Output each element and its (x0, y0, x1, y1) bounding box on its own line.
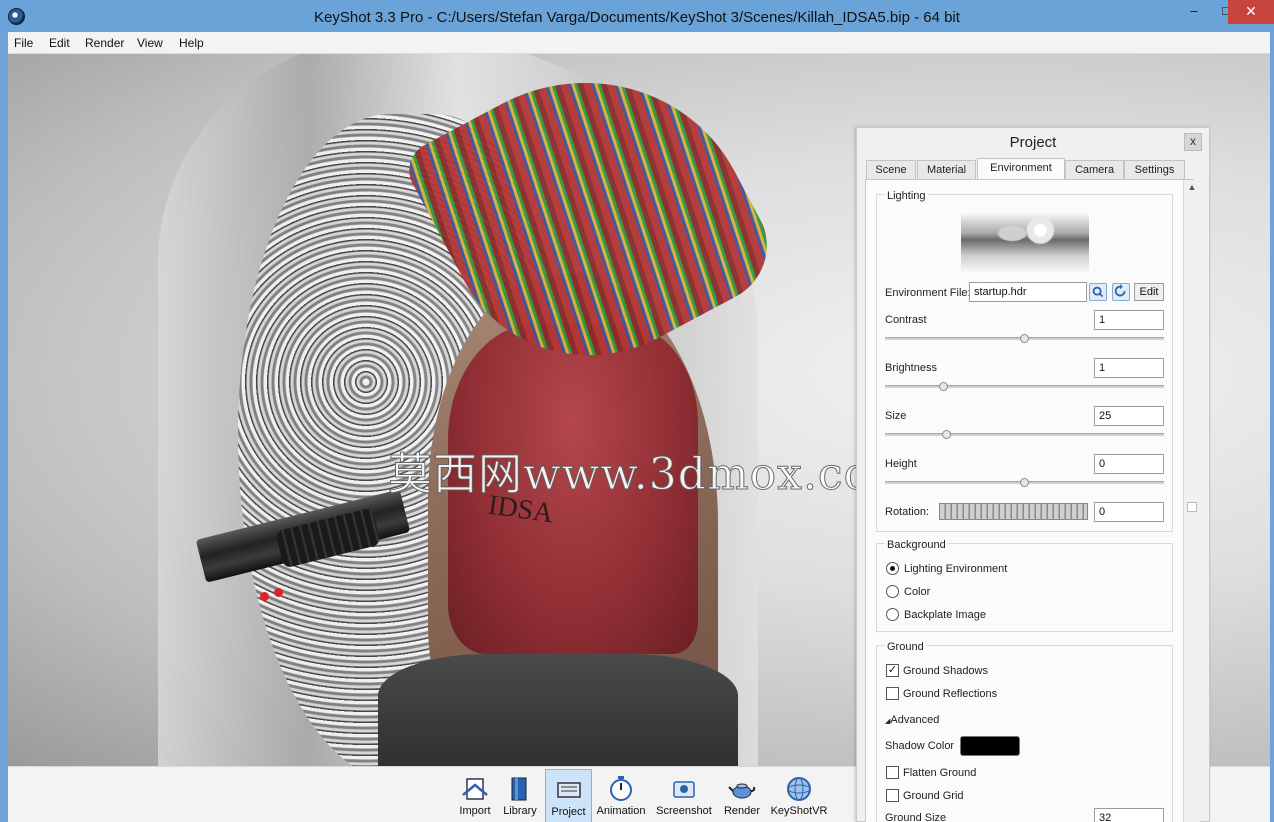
lighting-title: Lighting (885, 190, 928, 202)
render-label: Render (723, 805, 761, 817)
ground-size-label: Ground Size (885, 812, 947, 822)
panel-title: Project (1009, 134, 1057, 151)
import-button[interactable]: Import (454, 769, 496, 822)
red-muzzle-light (274, 588, 283, 597)
keyshotvr-label: KeyShotVR (770, 805, 828, 817)
close-window-button[interactable]: ✕ (1228, 0, 1274, 24)
window-title: KeyShot 3.3 Pro - C:/Users/Stefan Varga/… (314, 9, 960, 26)
shadow-color-label: Shadow Color (885, 740, 955, 752)
title-bar: KeyShot 3.3 Pro - C:/Users/Stefan Varga/… (0, 0, 1274, 32)
tab-scene[interactable]: Scene (866, 160, 916, 180)
screenshot-label: Screenshot (656, 805, 712, 817)
contrast-label: Contrast (885, 314, 927, 326)
project-label: Project (551, 806, 586, 818)
render-teapot-icon (728, 783, 756, 799)
color-label: Color (904, 586, 931, 598)
menu-view[interactable]: View (137, 36, 163, 50)
browse-environment-button[interactable] (1089, 283, 1107, 301)
menu-render[interactable]: Render (85, 36, 124, 50)
animation-label: Animation (596, 805, 646, 817)
brightness-slider-handle[interactable] (939, 382, 948, 391)
brightness-slider-track[interactable] (885, 385, 1164, 388)
ground-shadows-label: Ground Shadows (903, 665, 988, 677)
ground-grid-label: Ground Grid (903, 790, 964, 802)
brightness-label: Brightness (885, 362, 937, 374)
hdr-environment-preview[interactable] (961, 211, 1089, 275)
animation-icon (610, 776, 632, 801)
refresh-icon (1114, 284, 1126, 297)
flatten-ground-checkbox[interactable] (886, 766, 899, 779)
size-label: Size (885, 410, 907, 422)
height-input[interactable]: 0 (1094, 454, 1164, 474)
contrast-input[interactable]: 1 (1094, 310, 1164, 330)
project-panel: Project x Scene Material Environment Cam… (856, 127, 1210, 822)
library-icon (511, 777, 527, 801)
advanced-label: Advanced (890, 714, 940, 726)
lighting-group: Lighting Environment File: startup.hdr E… (876, 190, 1173, 532)
skirt-model (378, 654, 738, 766)
ground-shadows-checkbox[interactable]: ✓ (886, 664, 899, 677)
contrast-slider-handle[interactable] (1020, 334, 1029, 343)
flatten-ground-label: Flatten Ground (903, 767, 977, 779)
minimize-button[interactable]: – (1178, 0, 1210, 24)
menu-edit[interactable]: Edit (49, 36, 70, 50)
screenshot-icon (673, 781, 695, 798)
watermark-text: 莫西网www.3dmox.com (388, 449, 914, 501)
size-slider-track[interactable] (885, 433, 1164, 436)
rotation-input[interactable]: 0 (1094, 502, 1164, 522)
import-icon (462, 778, 488, 800)
edit-environment-button[interactable]: Edit (1134, 283, 1164, 301)
library-label: Library (503, 805, 537, 817)
import-label: Import (459, 805, 491, 817)
radio-backplate-image[interactable] (886, 608, 899, 621)
brightness-input[interactable]: 1 (1094, 358, 1164, 378)
library-button[interactable]: Library (500, 769, 540, 822)
environment-tab-content: Lighting Environment File: startup.hdr E… (865, 179, 1194, 822)
shadow-color-swatch[interactable] (960, 736, 1020, 756)
project-icon (556, 782, 581, 798)
background-group: Background Lighting Environment Color Ba… (876, 539, 1173, 632)
height-slider-handle[interactable] (1020, 478, 1029, 487)
panel-close-button[interactable]: x (1184, 133, 1202, 151)
reload-environment-button[interactable] (1112, 283, 1130, 301)
tab-material[interactable]: Material (917, 160, 976, 180)
tab-environment[interactable]: Environment (977, 158, 1065, 180)
ground-grid-checkbox[interactable] (886, 789, 899, 802)
keyshotvr-button[interactable]: KeyShotVR (770, 769, 828, 822)
ground-reflections-label: Ground Reflections (903, 688, 998, 700)
magnifier-icon (1092, 286, 1104, 298)
keyshotvr-icon (787, 777, 811, 801)
height-label: Height (885, 458, 917, 470)
backplate-image-label: Backplate Image (904, 609, 986, 621)
lighting-environment-label: Lighting Environment (904, 563, 1008, 575)
render-button[interactable]: Render (720, 769, 764, 822)
menu-bar: File Edit Render View Help (8, 32, 1270, 54)
ground-size-input[interactable]: 32 (1094, 808, 1164, 822)
tab-settings[interactable]: Settings (1124, 160, 1185, 180)
background-title: Background (885, 539, 948, 551)
size-slider-handle[interactable] (942, 430, 951, 439)
ground-group: Ground ✓ Ground Shadows Ground Reflectio… (876, 641, 1173, 822)
panel-scrollbar[interactable]: ▲ (1183, 180, 1200, 822)
advanced-toggle[interactable]: ◢Advanced (885, 714, 939, 726)
ground-reflections-checkbox[interactable] (886, 687, 899, 700)
tab-camera[interactable]: Camera (1065, 160, 1124, 180)
radio-color[interactable] (886, 585, 899, 598)
ground-title: Ground (885, 641, 926, 653)
red-muzzle-light (260, 592, 269, 601)
screenshot-button[interactable]: Screenshot (654, 769, 714, 822)
environment-file-label: Environment File: (885, 287, 971, 299)
menu-help[interactable]: Help (179, 36, 204, 50)
project-button[interactable]: Project (545, 769, 592, 822)
animation-button[interactable]: Animation (596, 769, 646, 822)
scroll-up-arrow-icon[interactable]: ▲ (1184, 182, 1200, 196)
rotation-wheel[interactable] (939, 503, 1088, 520)
menu-file[interactable]: File (14, 36, 33, 50)
scrollbar-thumb[interactable] (1187, 502, 1197, 512)
size-input[interactable]: 25 (1094, 406, 1164, 426)
radio-lighting-environment[interactable] (886, 562, 899, 575)
rotation-label: Rotation: (885, 506, 930, 518)
environment-file-field[interactable]: startup.hdr (969, 282, 1087, 302)
